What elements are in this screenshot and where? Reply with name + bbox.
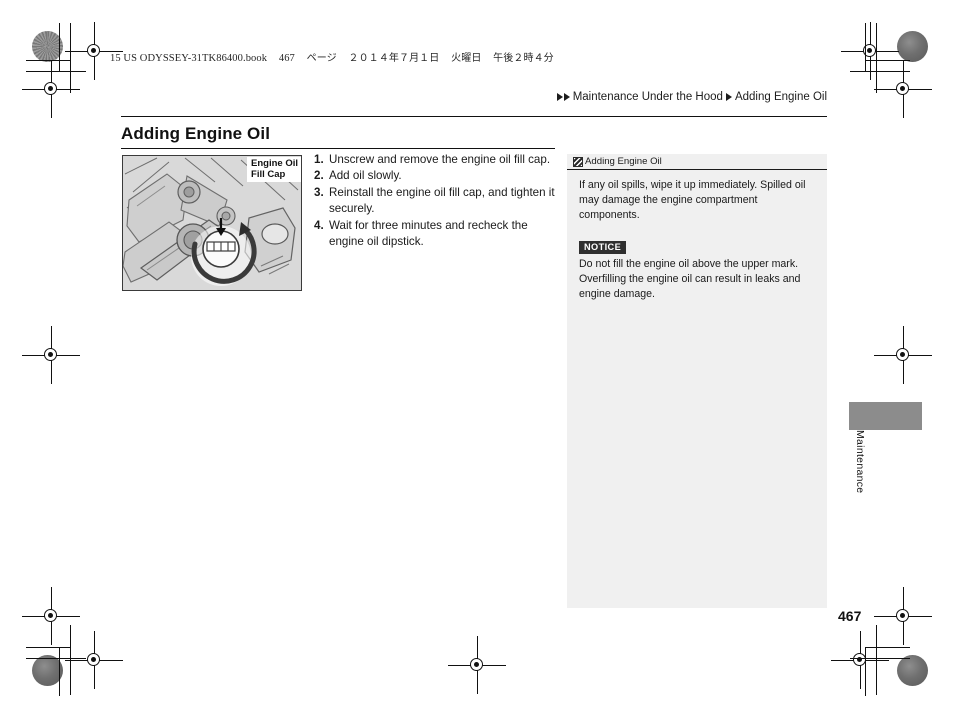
step-text: Unscrew and remove the engine oil fill c… (329, 153, 551, 166)
step-number: 2. (314, 169, 324, 183)
crop-line-bl-v1 (59, 648, 60, 696)
section-tab-label: Maintenance (854, 430, 866, 494)
side-note-heading: Adding Engine Oil (585, 155, 662, 167)
crop-line-br-v2 (876, 625, 877, 695)
halftone-dot-bottom-right (897, 655, 928, 686)
crop-line-bl-h1 (26, 647, 71, 648)
registration-mark-bottom-right-outer (874, 587, 932, 645)
crop-line-br-h1 (865, 647, 910, 648)
list-item: 1. Unscrew and remove the engine oil fil… (314, 152, 559, 168)
step-number: 1. (314, 153, 324, 166)
registration-mark-mid-left (22, 326, 80, 384)
callout-line-2: Fill Cap (251, 169, 286, 181)
side-note-paragraph: If any oil spills, wipe it up immediatel… (579, 179, 806, 222)
imposition-page-unit: ページ (306, 53, 337, 64)
illustration-callout-label: Engine Oil Fill Cap (247, 157, 301, 183)
registration-mark-top-left-outer (22, 60, 80, 118)
list-item: 4. Wait for three minutes and recheck th… (314, 218, 559, 251)
imposition-weekday: 火曜日 (451, 53, 482, 64)
triangle-right-icon (556, 93, 563, 101)
imposition-page-label: 467 (278, 53, 295, 64)
crop-line-tl-v2 (70, 23, 71, 93)
side-note-body: If any oil spills, wipe it up immediatel… (567, 170, 827, 302)
breadcrumb-section[interactable]: Maintenance Under the Hood (573, 91, 723, 103)
crop-line-bl-v2 (70, 625, 71, 695)
crop-line-tl-h1 (26, 60, 71, 61)
breadcrumb-topic[interactable]: Adding Engine Oil (735, 91, 827, 103)
notice-badge: NOTICE (579, 240, 627, 255)
step-number: 3. (314, 185, 324, 199)
triangle-right-icon (725, 93, 732, 101)
step-text: Add oil slowly. (329, 169, 402, 183)
callout-line-1: Engine Oil (251, 158, 298, 169)
engine-bay-illustration: Engine Oil Fill Cap (122, 155, 302, 291)
registration-mark-top-right-inner (841, 22, 899, 80)
manual-page: 15 US ODYSSEY-31TK86400.book 467 ページ ２０１… (0, 0, 954, 718)
crop-line-tr-v2 (876, 23, 877, 93)
crop-line-bl-h2 (26, 658, 86, 659)
crop-line-br-h2 (850, 658, 910, 659)
step-text: Reinstall the engine oil fill cap, and t… (329, 185, 555, 216)
note-marker-icon (573, 156, 583, 167)
registration-mark-top-right-outer (874, 60, 932, 118)
imposition-header: 15 US ODYSSEY-31TK86400.book 467 ページ ２０１… (110, 49, 563, 64)
crop-line-tl-v1 (59, 23, 60, 71)
step-number: 4. (314, 218, 324, 232)
side-note-panel: Adding Engine Oil If any oil spills, wip… (567, 154, 827, 608)
registration-mark-top-left-inner (65, 22, 123, 80)
section-thumb-tab (849, 402, 922, 430)
instruction-steps: 1. Unscrew and remove the engine oil fil… (314, 152, 559, 251)
notice-text: Do not fill the engine oil above the upp… (579, 258, 801, 301)
imposition-time: 午後２時４分 (493, 53, 554, 64)
triangle-right-icon (563, 93, 570, 101)
crop-line-tl-h2 (26, 71, 86, 72)
imposition-date: ２０１４年７月１日 (348, 53, 440, 64)
side-note-header: Adding Engine Oil (567, 154, 827, 170)
registration-mark-bottom-left-inner (65, 631, 123, 689)
crop-line-br-v1 (865, 648, 866, 696)
registration-mark-bottom-right-inner (831, 631, 889, 689)
crop-line-tr-h1 (865, 60, 910, 61)
breadcrumb: Maintenance Under the Hood Adding Engine… (556, 91, 827, 103)
crop-line-tr-h2 (850, 71, 910, 72)
registration-mark-bottom-left-outer (22, 587, 80, 645)
registration-mark-bottom-center (448, 636, 506, 694)
halftone-dot-top-left (32, 31, 63, 62)
page-title: Adding Engine Oil (121, 124, 271, 143)
title-rule-bottom (121, 148, 555, 150)
registration-mark-mid-right (874, 326, 932, 384)
page-number: 467 (838, 608, 862, 624)
halftone-dot-bottom-left (32, 655, 63, 686)
title-rule-top (121, 116, 827, 118)
step-text: Wait for three minutes and recheck the e… (329, 218, 528, 249)
list-item: 2. Add oil slowly. (314, 168, 559, 184)
notice-block: NOTICE Do not fill the engine oil above … (579, 237, 815, 302)
list-item: 3. Reinstall the engine oil fill cap, an… (314, 185, 559, 218)
halftone-dot-top-right (897, 31, 928, 62)
imposition-filename: 15 US ODYSSEY-31TK86400.book (110, 53, 268, 64)
crop-line-tr-v1 (865, 23, 866, 71)
